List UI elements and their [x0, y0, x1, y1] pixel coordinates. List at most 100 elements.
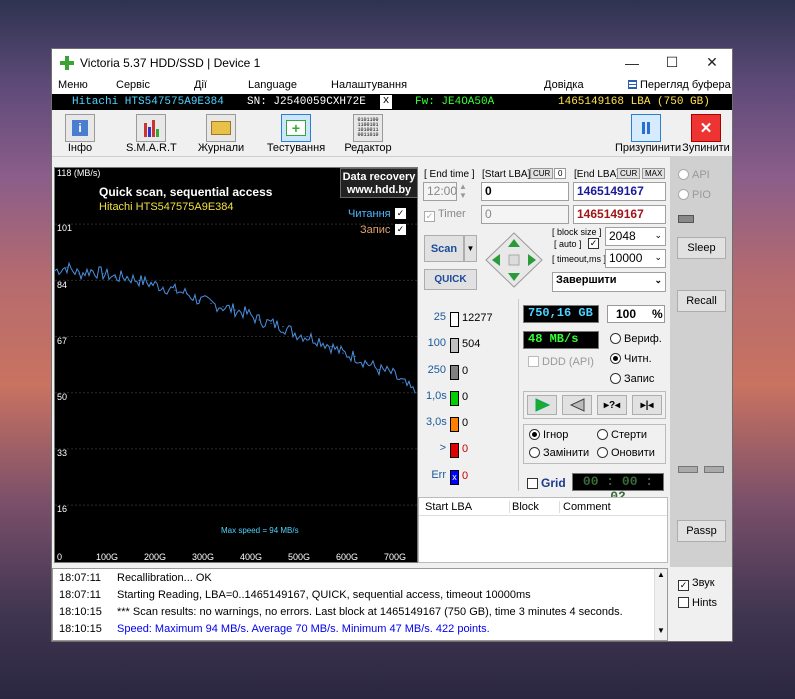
menu-help[interactable]: Довідка — [544, 79, 584, 91]
menu-service[interactable]: Сервіс — [116, 79, 150, 91]
ignore-radio[interactable]: Ігнор — [529, 429, 568, 441]
sound-check-icon: ✓ — [678, 580, 689, 591]
play-button[interactable] — [527, 395, 557, 415]
menu-buffer-view[interactable]: Перегляд буфера — [628, 79, 731, 91]
logs-button[interactable]: Журнали — [196, 114, 246, 154]
pause-button[interactable]: Призупинити — [615, 114, 681, 154]
recovery-banner[interactable]: Data recovery www.hdd.by — [340, 168, 417, 198]
x-label-400g: 400G — [240, 552, 263, 562]
scroll-up-icon[interactable]: ▲ — [657, 570, 665, 579]
max-button[interactable]: MAX — [642, 168, 666, 179]
cur-button-end[interactable]: CUR — [617, 168, 641, 179]
read-legend-checkbox[interactable]: ✓ — [395, 208, 406, 219]
timer-checkbox[interactable]: ✓ Timer — [424, 208, 466, 222]
y-label-50: 50 — [57, 392, 68, 402]
finish-action-select[interactable]: Завершити ⌄ — [552, 272, 666, 292]
smart-button[interactable]: S.M.A.R.T — [126, 114, 177, 154]
verify-radio[interactable]: Вериф. — [610, 333, 662, 345]
close-button[interactable]: ✕ — [692, 49, 732, 76]
end-lba-input[interactable]: 1465149167 — [573, 182, 666, 201]
sound-label: Звук — [692, 577, 715, 589]
defects-table[interactable]: Start LBA Block Comment — [418, 497, 668, 563]
speed-point — [306, 336, 308, 338]
goto-end-button[interactable]: ▸|◂ — [632, 395, 662, 415]
hints-checkbox[interactable]: Hints — [678, 597, 717, 609]
read-radio[interactable]: Читн. — [610, 353, 652, 365]
end-time-input[interactable]: 12:00 — [423, 182, 457, 201]
api-radio[interactable]: API — [678, 169, 710, 181]
block-size-select[interactable]: 2048 ⌄ — [605, 227, 666, 246]
grid-checkbox[interactable]: Grid — [527, 476, 566, 490]
test-button[interactable]: + Тестування — [266, 114, 326, 154]
api-label: API — [692, 169, 710, 181]
editor-button[interactable]: 0101100 1100101 1010011 0011010 Редактор — [342, 114, 394, 154]
chevron-down-icon: ▼ — [466, 244, 475, 253]
y-label-84: 84 — [57, 280, 68, 290]
api-radio-icon — [678, 169, 689, 180]
scan-button[interactable]: Scan — [424, 235, 464, 262]
ddd-check-icon — [528, 356, 539, 367]
log-text: Recallibration... OK — [117, 572, 212, 584]
end-lba-input-2[interactable]: 1465149167 — [573, 205, 666, 224]
victoria-cross-icon — [60, 55, 74, 70]
write-radio-icon — [610, 373, 621, 384]
direction-pad[interactable] — [484, 231, 544, 289]
stop-button[interactable]: ✕ Зупинити — [680, 114, 732, 154]
timer-label: Timer — [438, 208, 466, 220]
recall-button[interactable]: Recall — [677, 290, 726, 312]
col-comment[interactable]: Comment — [559, 501, 611, 513]
skip-back-button[interactable]: ▸?◂ — [597, 395, 627, 415]
scan-dropdown-button[interactable]: ▼ — [464, 235, 477, 262]
menu-main[interactable]: Меню — [58, 79, 88, 91]
y-label-67: 67 — [57, 336, 68, 346]
info-button[interactable]: i Інфо — [62, 114, 98, 154]
replace-radio[interactable]: Замінити — [529, 447, 589, 459]
write-legend-checkbox[interactable]: ✓ — [395, 224, 406, 235]
maximize-button[interactable]: ☐ — [652, 49, 692, 76]
ddd-api-checkbox[interactable]: DDD (API) — [528, 356, 594, 368]
buffer-icon — [628, 80, 637, 89]
replace-radio-icon — [529, 447, 540, 458]
y-label-101: 101 — [57, 223, 73, 233]
log-row: 18:10:15 *** Scan results: no warnings, n… — [59, 606, 623, 623]
erase-radio[interactable]: Стерти — [597, 429, 647, 441]
pio-radio[interactable]: PIO — [678, 189, 711, 201]
stop-label: Зупинити — [682, 142, 730, 154]
auto-checkbox[interactable]: ✓ — [588, 238, 599, 249]
timer-input[interactable]: 0 — [481, 205, 569, 224]
speed-point — [174, 289, 176, 291]
write-radio[interactable]: Запис — [610, 373, 654, 385]
x-label-500g: 500G — [288, 552, 311, 562]
rewind-icon — [569, 398, 585, 412]
speed-point — [162, 286, 164, 288]
log-scrollbar[interactable]: ▲ ▼ — [654, 569, 667, 640]
col-block[interactable]: Block — [509, 501, 539, 513]
scroll-down-icon[interactable]: ▼ — [657, 626, 665, 635]
graph-title: Quick scan, sequential access — [99, 185, 273, 199]
drive-close-button[interactable]: x — [380, 95, 392, 109]
passp-button[interactable]: Passp — [677, 520, 726, 542]
menu-language[interactable]: Language — [248, 79, 297, 91]
log-time: 18:07:11 — [59, 589, 102, 601]
speed-graph: 118 (MB/s) 101 84 67 50 33 16 0 100G 200… — [54, 167, 418, 563]
refresh-radio[interactable]: Оновити — [597, 447, 655, 459]
rewind-button[interactable] — [562, 395, 592, 415]
end-lba-label: [End LBA] — [574, 169, 620, 180]
sleep-button[interactable]: Sleep — [677, 237, 726, 259]
quick-button[interactable]: QUICK — [424, 269, 477, 290]
minimize-button[interactable]: — — [612, 49, 652, 76]
cur-button-start[interactable]: CUR — [530, 168, 554, 179]
time-spin-icon[interactable]: ▲ ▼ — [459, 182, 467, 200]
col-start-lba[interactable]: Start LBA — [425, 501, 472, 513]
menu-actions[interactable]: Дії — [194, 79, 207, 91]
log-panel[interactable]: 18:07:11 Recallibration... OK 18:07:11 Sta… — [52, 568, 668, 641]
stop-icon: ✕ — [691, 114, 721, 142]
counter-err-value: 0 — [462, 470, 469, 482]
log-text-speed: Speed: Maximum 94 MB/s. Average 70 MB/s.… — [117, 623, 490, 635]
speed-point — [246, 312, 248, 314]
menu-settings[interactable]: Налаштування — [331, 79, 407, 91]
read-speed-line — [55, 261, 416, 393]
sound-checkbox[interactable]: ✓ Звук — [678, 577, 715, 591]
timeout-select[interactable]: 10000 ⌄ — [605, 249, 666, 268]
start-lba-input[interactable]: 0 — [481, 182, 569, 201]
